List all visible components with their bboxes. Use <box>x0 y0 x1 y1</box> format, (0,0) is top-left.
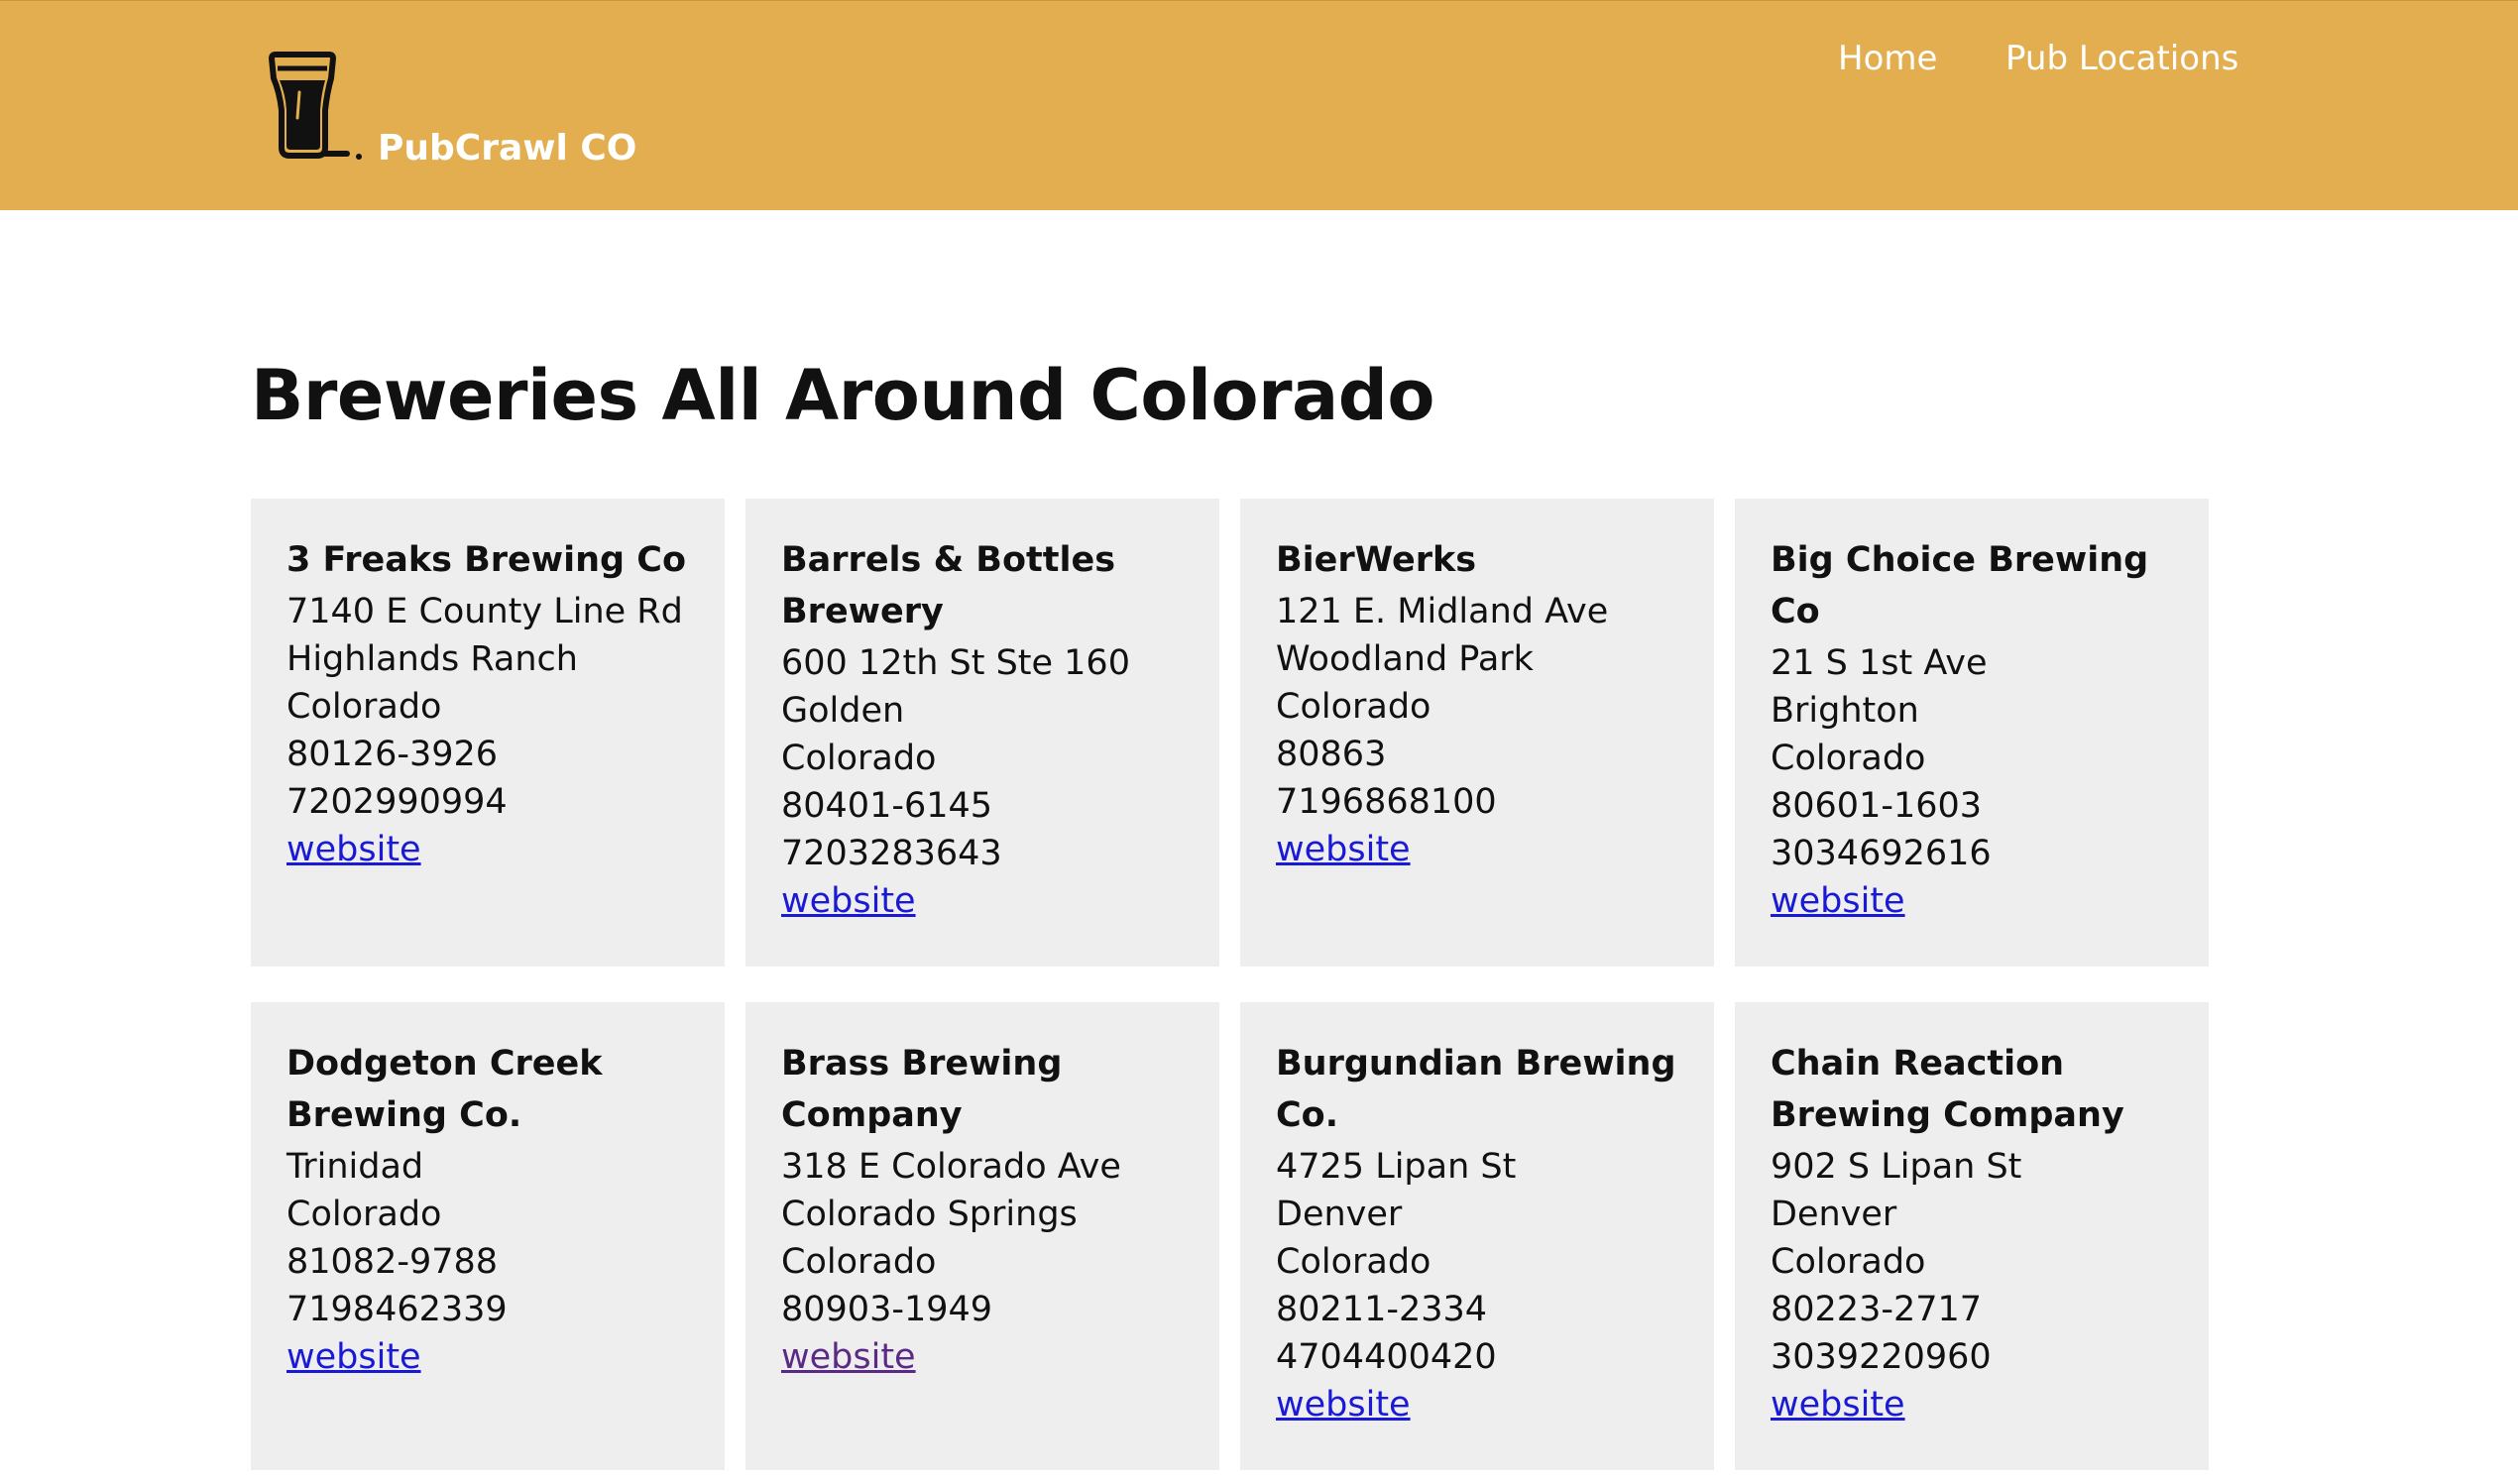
brewery-detail: 7203283643 <box>781 834 1002 873</box>
brewery-detail: 21 S 1st Ave <box>1771 643 1988 683</box>
brewery-detail: 318 E Colorado Ave <box>781 1147 1121 1187</box>
brewery-detail: Denver <box>1276 1195 1403 1234</box>
nav-home-link[interactable]: Home <box>1838 39 1937 78</box>
brewery-detail: 4704400420 <box>1276 1337 1497 1377</box>
brewery-website-link[interactable]: website <box>781 877 916 925</box>
brewery-grid: 3 Freaks Brewing Co 7140 E County Line Rd… <box>251 499 2210 1470</box>
brewery-detail: Colorado <box>1276 687 1431 727</box>
brewery-detail: 7196868100 <box>1276 782 1497 822</box>
brewery-detail: 902 S Lipan St <box>1771 1147 2022 1187</box>
brewery-website-link[interactable]: website <box>781 1333 916 1381</box>
brewery-detail: 80903-1949 <box>781 1290 993 1329</box>
brewery-detail: 80211-2334 <box>1276 1290 1488 1329</box>
brewery-detail: Colorado <box>781 739 937 778</box>
brewery-detail: 81082-9788 <box>286 1242 499 1282</box>
brewery-detail: 7198462339 <box>286 1290 508 1329</box>
brewery-detail: Colorado <box>781 1242 937 1282</box>
brewery-name: Chain Reaction Brewing Company <box>1771 1044 2124 1135</box>
brewery-name: Barrels & Bottles Brewery <box>781 540 1116 631</box>
brewery-name: BierWerks <box>1276 540 1477 580</box>
brewery-card: Brass Brewing Company 318 E Colorado Ave C… <box>745 1002 1219 1470</box>
logo-dot <box>356 154 362 160</box>
brewery-name: Big Choice Brewing Co <box>1771 540 2149 631</box>
site-header: PubCrawl CO Home Pub Locations <box>0 0 2518 210</box>
brewery-website-link[interactable]: website <box>1276 826 1411 873</box>
brewery-detail: Denver <box>1771 1195 1897 1234</box>
brewery-detail: 80223-2717 <box>1771 1290 1983 1329</box>
brewery-website-link[interactable]: website <box>1771 877 1905 925</box>
brewery-detail: 80601-1603 <box>1771 786 1983 826</box>
brewery-card: Big Choice Brewing Co 21 S 1st Ave Brighto… <box>1735 499 2209 967</box>
brewery-name: Dodgeton Creek Brewing Co. <box>286 1044 603 1135</box>
brewery-detail: 600 12th St Ste 160 <box>781 643 1130 683</box>
brewery-name: Brass Brewing Company <box>781 1044 1063 1135</box>
brewery-detail: 121 E. Midland Ave <box>1276 592 1609 631</box>
page-title: Breweries All Around Colorado <box>251 355 1435 436</box>
brewery-detail: Colorado <box>1771 739 1926 778</box>
brewery-detail: 7202990994 <box>286 782 508 822</box>
brand-name[interactable]: PubCrawl CO <box>378 128 636 169</box>
brewery-card: Barrels & Bottles Brewery 600 12th St Ste… <box>745 499 1219 967</box>
brewery-detail: Colorado <box>286 1195 442 1234</box>
brewery-card: Burgundian Brewing Co. 4725 Lipan St Denve… <box>1240 1002 1714 1470</box>
brewery-detail: 80126-3926 <box>286 735 499 774</box>
brewery-detail: 80863 <box>1276 735 1387 774</box>
brewery-card: Chain Reaction Brewing Company 902 S Lipa… <box>1735 1002 2209 1470</box>
brewery-detail: 3034692616 <box>1771 834 1992 873</box>
nav-pub-locations-link[interactable]: Pub Locations <box>2005 39 2238 78</box>
brewery-detail: 80401-6145 <box>781 786 993 826</box>
brewery-website-link[interactable]: website <box>1771 1381 1905 1428</box>
brewery-detail: Woodland Park <box>1276 639 1534 679</box>
brewery-detail: Colorado Springs <box>781 1195 1078 1234</box>
brewery-website-link[interactable]: website <box>1276 1381 1411 1428</box>
brewery-detail: Colorado <box>286 687 442 727</box>
brewery-detail: Highlands Ranch <box>286 639 578 679</box>
brewery-card: Dodgeton Creek Brewing Co. Trinidad Colora… <box>251 1002 725 1470</box>
beer-glass-icon[interactable] <box>268 49 351 164</box>
brewery-detail: Brighton <box>1771 691 1919 731</box>
brewery-detail: Trinidad <box>286 1147 424 1187</box>
brewery-website-link[interactable]: website <box>286 1333 421 1381</box>
brewery-detail: 3039220960 <box>1771 1337 1992 1377</box>
brewery-detail: Golden <box>781 691 905 731</box>
brewery-name: Burgundian Brewing Co. <box>1276 1044 1676 1135</box>
brewery-card: BierWerks 121 E. Midland Ave Woodland Park… <box>1240 499 1714 967</box>
brewery-detail: 7140 E County Line Rd <box>286 592 683 631</box>
brewery-name: 3 Freaks Brewing Co <box>286 540 687 580</box>
brewery-detail: Colorado <box>1276 1242 1431 1282</box>
brewery-card: 3 Freaks Brewing Co 7140 E County Line Rd… <box>251 499 725 967</box>
brewery-website-link[interactable]: website <box>286 826 421 873</box>
brewery-detail: 4725 Lipan St <box>1276 1147 1517 1187</box>
brewery-detail: Colorado <box>1771 1242 1926 1282</box>
